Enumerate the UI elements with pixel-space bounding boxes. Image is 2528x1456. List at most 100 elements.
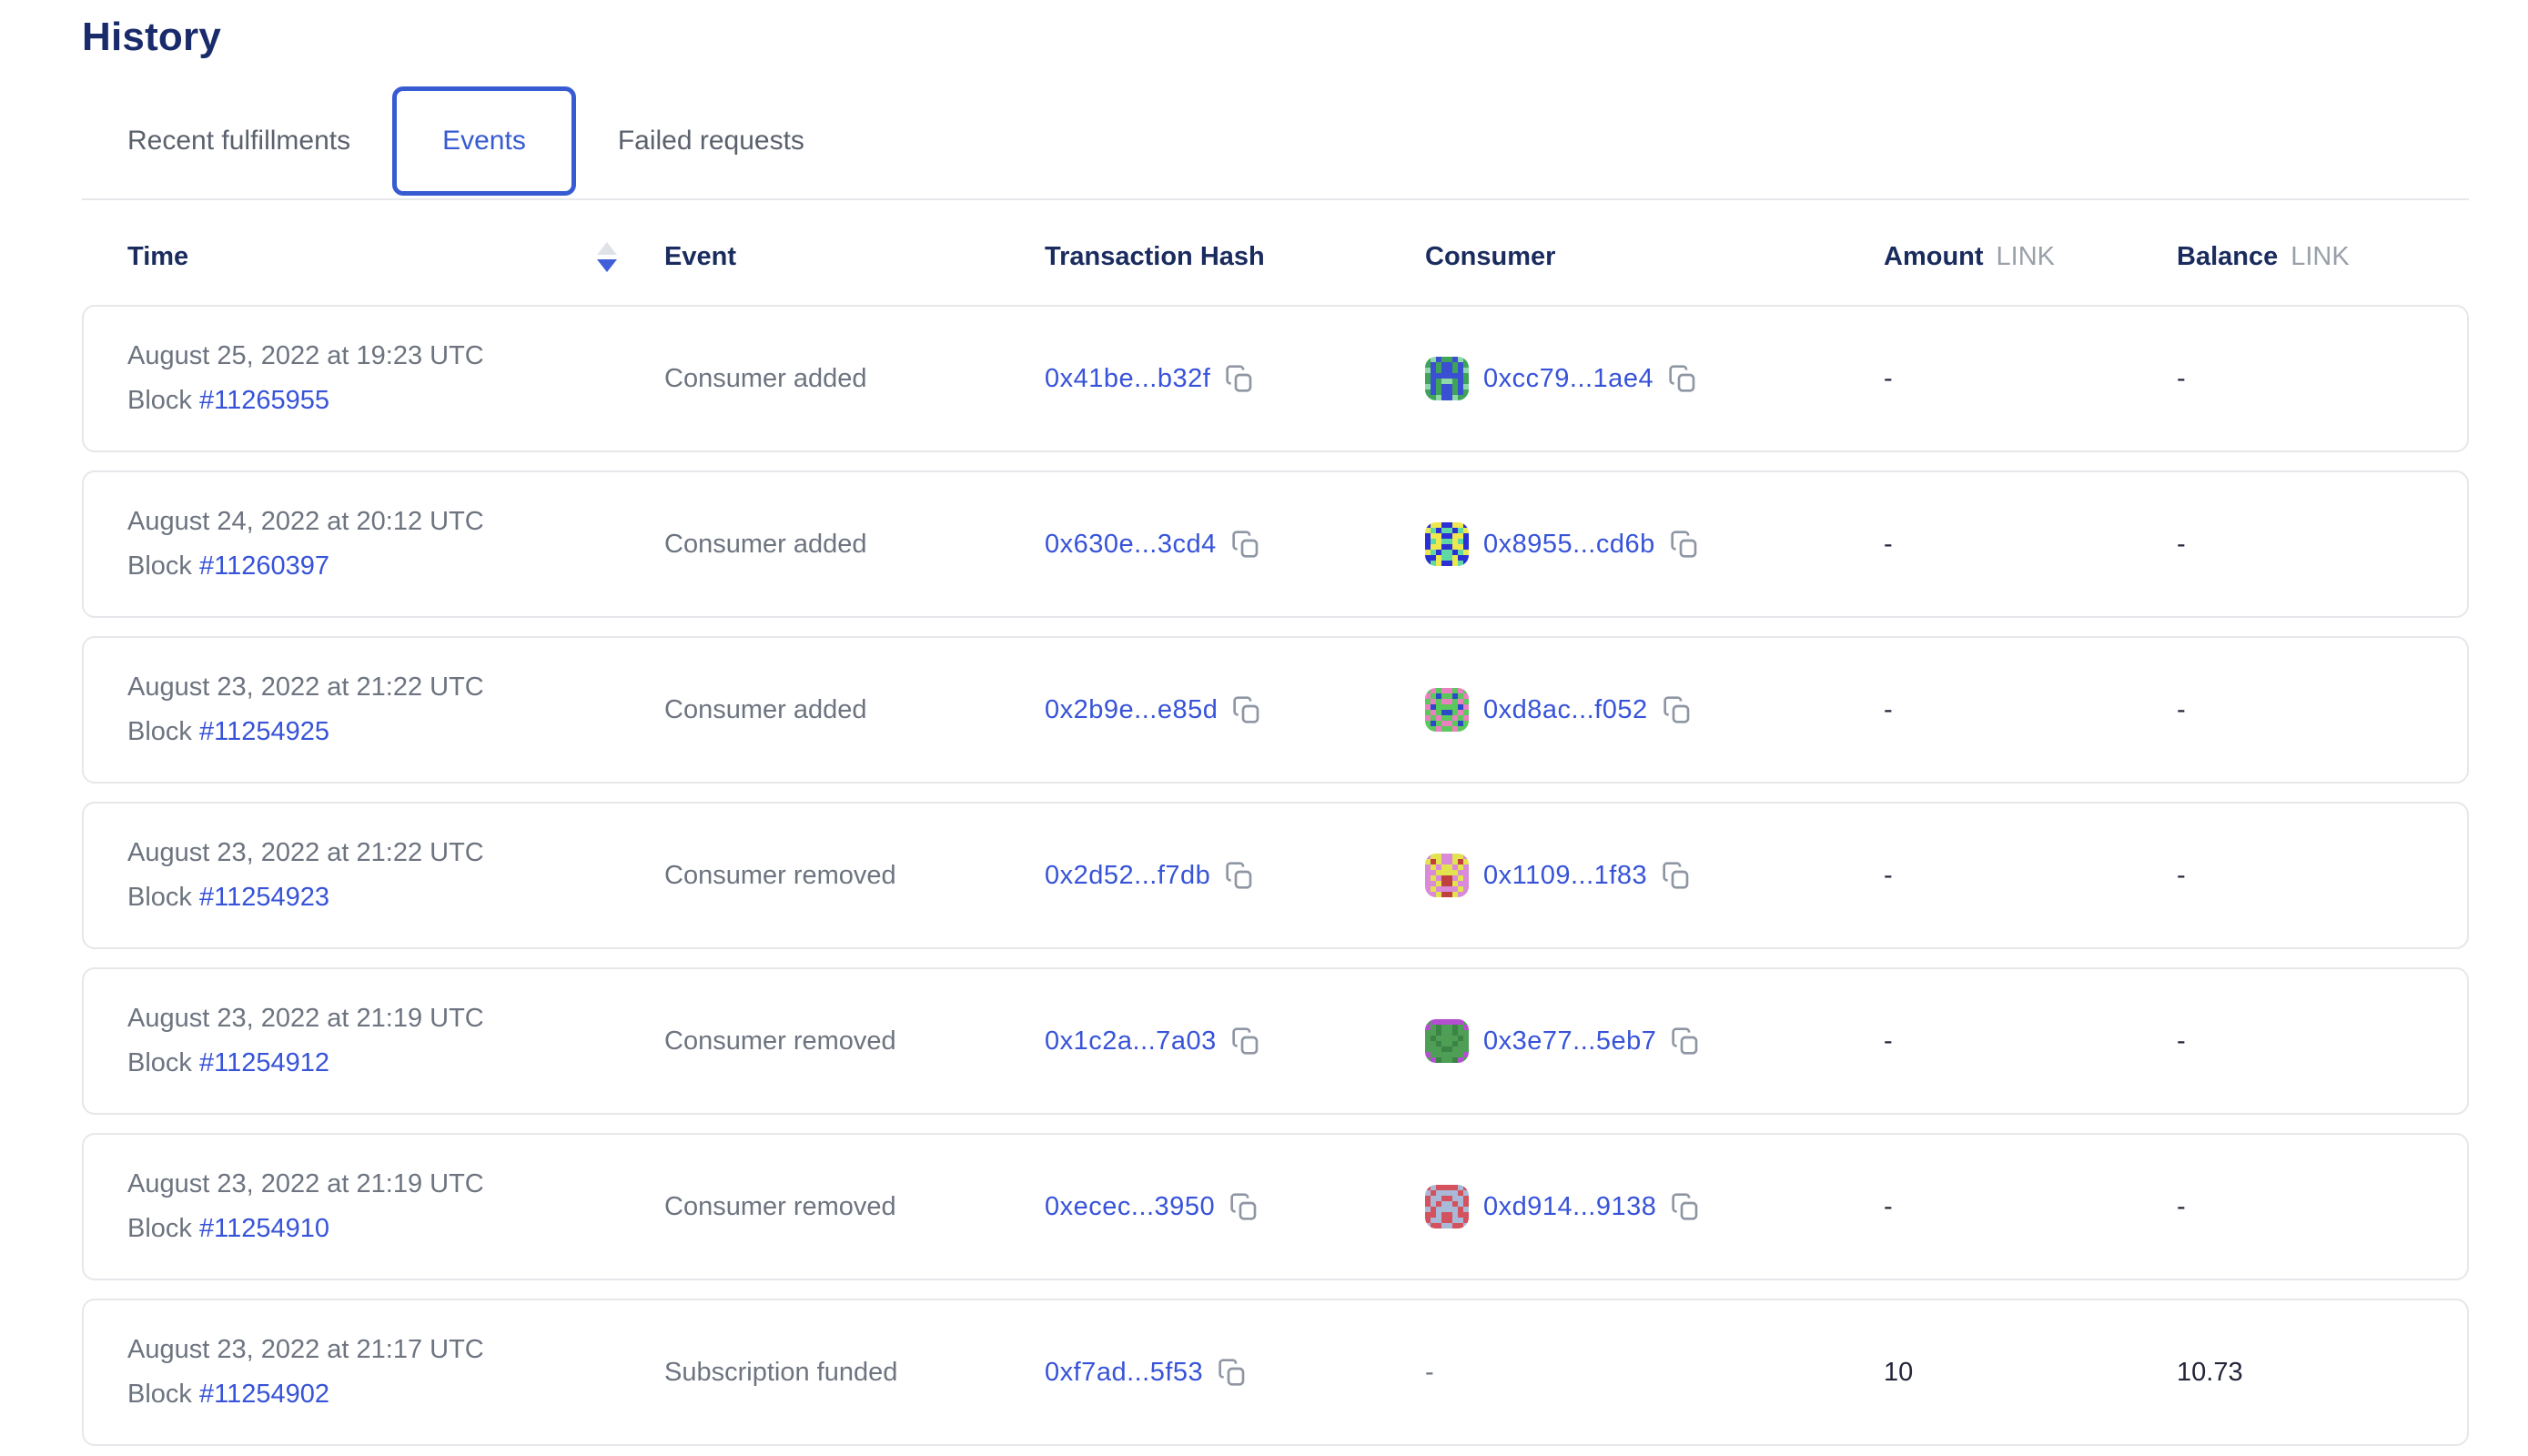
balance-cell: -	[2177, 1026, 2467, 1057]
block-number-link[interactable]: #11254923	[199, 883, 329, 912]
balance-cell: -	[2177, 695, 2467, 725]
copy-icon[interactable]	[1670, 530, 1699, 559]
column-header-balance-label: Balance	[2177, 242, 2278, 272]
transaction-hash-link[interactable]: 0x630e...3cd4	[1045, 530, 1217, 560]
time-cell: August 23, 2022 at 21:22 UTC Block #1125…	[127, 838, 664, 913]
event-cell: Consumer removed	[664, 861, 1045, 891]
balance-unit-label: LINK	[2290, 242, 2349, 272]
block-label: Block	[127, 551, 199, 581]
column-header-time[interactable]: Time	[127, 242, 664, 272]
event-cell: Consumer added	[664, 530, 1045, 560]
amount-cell: 10	[1884, 1358, 2177, 1388]
transaction-hash-link[interactable]: 0x2d52...f7db	[1045, 861, 1210, 891]
sort-down-arrow-icon	[597, 259, 617, 272]
consumer-address-link[interactable]: 0xd914...9138	[1483, 1192, 1656, 1222]
consumer-cell: 0x8955...cd6b	[1425, 522, 1884, 566]
column-header-tx-label: Transaction Hash	[1045, 242, 1265, 272]
tab-recent-fulfillments[interactable]: Recent fulfillments	[127, 126, 350, 157]
block-number-link[interactable]: #11254912	[199, 1048, 329, 1077]
copy-icon[interactable]	[1671, 1026, 1700, 1056]
table-row: August 24, 2022 at 20:12 UTC Block #1126…	[82, 470, 2469, 618]
column-header-event[interactable]: Event	[664, 242, 1045, 272]
event-cell: Consumer added	[664, 364, 1045, 394]
copy-icon[interactable]	[1671, 1192, 1700, 1221]
transaction-hash-cell: 0x41be...b32f	[1045, 364, 1425, 394]
block-label: Block	[127, 1214, 199, 1243]
transaction-hash-cell: 0x2d52...f7db	[1045, 861, 1425, 891]
transaction-hash-link[interactable]: 0x41be...b32f	[1045, 364, 1210, 394]
column-header-consumer[interactable]: Consumer	[1425, 242, 1884, 272]
consumer-address-link[interactable]: 0x1109...1f83	[1483, 861, 1647, 891]
column-header-amount-label: Amount	[1884, 242, 1984, 272]
consumer-address-link[interactable]: 0x8955...cd6b	[1483, 530, 1655, 560]
copy-icon[interactable]	[1668, 364, 1697, 393]
copy-icon[interactable]	[1232, 695, 1261, 724]
event-cell: Consumer removed	[664, 1026, 1045, 1057]
row-timestamp: August 25, 2022 at 19:23 UTC	[127, 341, 664, 371]
block-number-link[interactable]: #11254925	[199, 717, 329, 746]
column-header-amount[interactable]: Amount LINK	[1884, 242, 2177, 272]
copy-icon[interactable]	[1231, 1026, 1260, 1056]
amount-unit-label: LINK	[1997, 242, 2055, 272]
consumer-address-link[interactable]: 0x3e77...5eb7	[1483, 1026, 1656, 1057]
amount-cell: -	[1884, 695, 2177, 725]
tab-events[interactable]: Events	[392, 86, 576, 196]
avatar-pixel	[1463, 726, 1469, 732]
copy-icon[interactable]	[1663, 695, 1692, 724]
column-header-balance[interactable]: Balance LINK	[2177, 242, 2469, 272]
transaction-hash-link[interactable]: 0x1c2a...7a03	[1045, 1026, 1217, 1057]
table-row: August 23, 2022 at 21:17 UTC Block #1125…	[82, 1299, 2469, 1446]
table-header: Time Event Transaction Hash Consumer Amo…	[82, 200, 2469, 305]
transaction-hash-link[interactable]: 0xecec...3950	[1045, 1192, 1215, 1222]
tab-failed-requests[interactable]: Failed requests	[618, 126, 804, 157]
consumer-address-link[interactable]: 0xcc79...1ae4	[1483, 364, 1653, 394]
tab-bar: Recent fulfillments Events Failed reques…	[82, 84, 2469, 200]
consumer-address-link[interactable]: 0xd8ac...f052	[1483, 695, 1648, 725]
time-cell: August 25, 2022 at 19:23 UTC Block #1126…	[127, 341, 664, 416]
copy-icon[interactable]	[1218, 1358, 1247, 1387]
row-timestamp: August 23, 2022 at 21:22 UTC	[127, 672, 664, 703]
block-number-link[interactable]: #11254910	[199, 1214, 329, 1243]
amount-cell: -	[1884, 1192, 2177, 1222]
page-title: History	[82, 0, 2469, 60]
table-row: August 23, 2022 at 21:19 UTC Block #1125…	[82, 1133, 2469, 1280]
amount-cell: -	[1884, 530, 2177, 560]
column-header-consumer-label: Consumer	[1425, 242, 1555, 272]
transaction-hash-link[interactable]: 0xf7ad...5f53	[1045, 1358, 1203, 1388]
consumer-identicon-avatar	[1425, 1185, 1469, 1228]
copy-icon[interactable]	[1229, 1192, 1259, 1221]
column-header-transaction-hash[interactable]: Transaction Hash	[1045, 242, 1425, 272]
column-header-event-label: Event	[664, 242, 736, 272]
transaction-hash-cell: 0x630e...3cd4	[1045, 530, 1425, 560]
block-number-link[interactable]: #11260397	[199, 551, 329, 581]
copy-icon[interactable]	[1662, 861, 1691, 890]
transaction-hash-link[interactable]: 0x2b9e...e85d	[1045, 695, 1218, 725]
transaction-hash-cell: 0x1c2a...7a03	[1045, 1026, 1425, 1057]
block-label: Block	[127, 1380, 199, 1409]
sort-descending-icon[interactable]	[597, 242, 617, 272]
balance-cell: -	[2177, 1192, 2467, 1222]
column-header-time-label: Time	[127, 242, 188, 272]
time-cell: August 23, 2022 at 21:19 UTC Block #1125…	[127, 1004, 664, 1078]
avatar-pixel	[1463, 892, 1469, 897]
block-line: Block #11254925	[127, 717, 664, 747]
block-label: Block	[127, 1048, 199, 1077]
event-cell: Consumer added	[664, 695, 1045, 725]
avatar-pixel	[1463, 395, 1469, 400]
consumer-cell: 0x3e77...5eb7	[1425, 1019, 1884, 1063]
copy-icon[interactable]	[1231, 530, 1260, 559]
block-line: Block #11254923	[127, 883, 664, 913]
avatar-pixel	[1463, 1057, 1469, 1063]
amount-cell: -	[1884, 861, 2177, 891]
history-page: History Recent fulfillments Events Faile…	[0, 0, 2528, 1456]
row-timestamp: August 23, 2022 at 21:19 UTC	[127, 1004, 664, 1034]
consumer-identicon-avatar	[1425, 688, 1469, 732]
copy-icon[interactable]	[1225, 364, 1254, 393]
block-number-link[interactable]: #11265955	[199, 386, 329, 415]
balance-cell: -	[2177, 530, 2467, 560]
block-number-link[interactable]: #11254902	[199, 1380, 329, 1409]
block-label: Block	[127, 883, 199, 912]
event-cell: Consumer removed	[664, 1192, 1045, 1222]
table-row: August 25, 2022 at 19:23 UTC Block #1126…	[82, 305, 2469, 452]
copy-icon[interactable]	[1225, 861, 1254, 890]
